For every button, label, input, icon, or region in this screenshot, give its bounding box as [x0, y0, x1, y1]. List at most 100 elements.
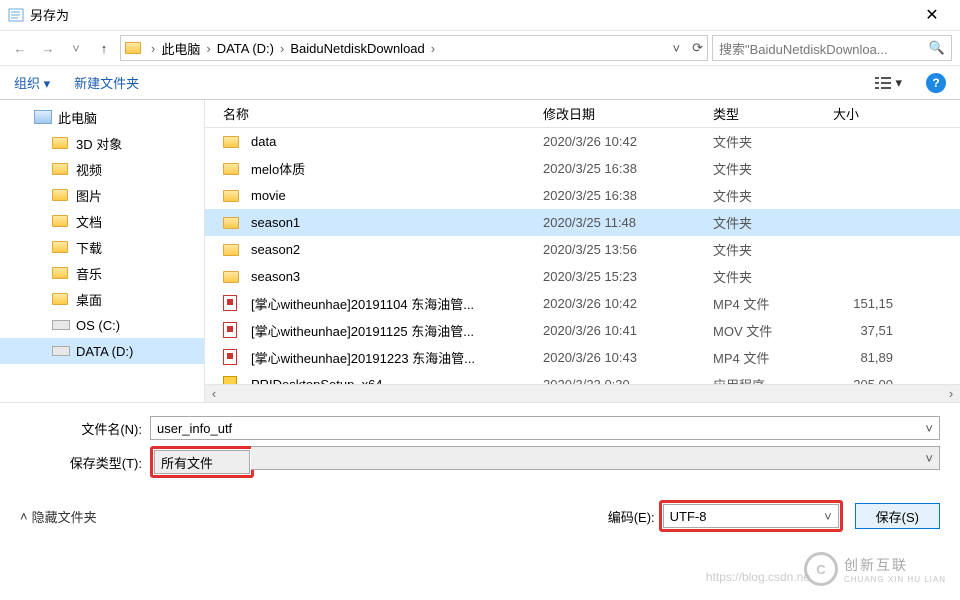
breadcrumb-this-pc[interactable]: 此电脑 [157, 39, 204, 58]
scroll-right-icon[interactable]: › [942, 386, 960, 401]
column-headers[interactable]: 名称 修改日期 类型 大小 [205, 100, 960, 128]
file-date: 2020/3/26 10:41 [543, 323, 713, 338]
file-name: season2 [251, 242, 543, 257]
search-input[interactable]: 搜索"BaiduNetdiskDownloa... 🔍 [712, 35, 952, 61]
tree-item-icon [52, 264, 70, 282]
view-options-button[interactable]: ▾ [875, 75, 902, 91]
tree-item-label: OS (C:) [76, 318, 120, 333]
file-date: 2020/3/26 10:42 [543, 296, 713, 311]
hide-folders-toggle[interactable]: ˄ 隐藏文件夹 [20, 507, 97, 526]
file-name: PRIDesktopSetup_x64 [251, 377, 543, 384]
address-dropdown-icon[interactable]: ˅ [673, 41, 681, 56]
folder-icon [223, 268, 241, 286]
file-row[interactable]: movie2020/3/25 16:38文件夹 [205, 182, 960, 209]
file-type: MOV 文件 [713, 321, 833, 340]
exe-icon [223, 376, 241, 385]
tree-item-label: 图片 [76, 186, 102, 205]
save-button[interactable]: 保存(S) [855, 503, 940, 529]
folder-icon [223, 187, 241, 205]
chevron-down-icon: ▾ [895, 75, 902, 91]
pc-icon [34, 110, 52, 124]
file-name: [掌心witheunhae]20191125 东海油管... [251, 321, 543, 340]
search-placeholder: 搜索"BaiduNetdiskDownloa... [719, 39, 929, 58]
help-button[interactable]: ? [926, 73, 946, 93]
tree-item-icon [52, 342, 70, 360]
file-row[interactable]: season22020/3/25 13:56文件夹 [205, 236, 960, 263]
folder-icon [223, 214, 241, 232]
chevron-down-icon[interactable]: ˅ [925, 421, 933, 436]
mp4-icon [223, 295, 241, 313]
new-folder-button[interactable]: 新建文件夹 [74, 73, 139, 92]
mp4-icon [223, 349, 241, 367]
file-size: 37,51 [833, 323, 893, 338]
encoding-select[interactable]: UTF-8 ˅ [663, 504, 839, 528]
file-row[interactable]: [掌心witheunhae]20191223 东海油管...2020/3/26 … [205, 344, 960, 371]
tree-this-pc[interactable]: 此电脑 [0, 104, 204, 130]
file-type: 文件夹 [713, 186, 833, 205]
chevron-down-icon[interactable]: ˅ [824, 509, 832, 524]
refresh-icon[interactable]: ⟳ [692, 40, 703, 56]
up-button[interactable]: ↑ [92, 36, 116, 60]
main-area: 此电脑 3D 对象视频图片文档下载音乐桌面 OS (C:) DATA (D:) 名称… [0, 100, 960, 402]
folder-icon [223, 160, 241, 178]
file-row[interactable]: PRIDesktopSetup_x642020/3/23 0:30应用程序205… [205, 371, 960, 384]
file-row[interactable]: melo体质2020/3/25 16:38文件夹 [205, 155, 960, 182]
tree-item-icon [52, 160, 70, 178]
tree-item[interactable]: DATA (D:) [0, 338, 204, 364]
col-date[interactable]: 修改日期 [543, 104, 713, 123]
file-row[interactable]: season32020/3/25 15:23文件夹 [205, 263, 960, 290]
tree-item[interactable]: 桌面 [0, 286, 204, 312]
hide-folders-label: 隐藏文件夹 [32, 507, 97, 526]
tree-item[interactable]: 音乐 [0, 260, 204, 286]
file-type: 文件夹 [713, 213, 833, 232]
filename-input[interactable]: user_info_utf ˅ [150, 416, 940, 440]
file-name: data [251, 134, 543, 149]
address-bar[interactable]: › 此电脑 › DATA (D:) › BaiduNetdiskDownload… [120, 35, 708, 61]
recent-dropdown[interactable]: ˅ [64, 36, 88, 60]
filetype-select[interactable]: ˅ [251, 446, 940, 470]
search-icon: 🔍 [929, 40, 945, 56]
tree-item[interactable]: 文档 [0, 208, 204, 234]
file-type: 文件夹 [713, 240, 833, 259]
view-list-icon [875, 76, 891, 90]
chevron-right-icon: › [278, 41, 286, 56]
col-size[interactable]: 大小 [833, 104, 893, 123]
tree-item[interactable]: OS (C:) [0, 312, 204, 338]
brand-logo-icon: C [804, 552, 838, 586]
col-name[interactable]: 名称 [223, 104, 543, 123]
file-row[interactable]: [掌心witheunhae]20191104 东海油管...2020/3/26 … [205, 290, 960, 317]
scroll-left-icon[interactable]: ‹ [205, 386, 223, 401]
file-row[interactable]: data2020/3/26 10:42文件夹 [205, 128, 960, 155]
csdn-watermark: https://blog.csdn.ne [706, 570, 810, 584]
app-icon [8, 7, 24, 23]
breadcrumb-drive[interactable]: DATA (D:) [213, 41, 278, 56]
file-size: 151,15 [833, 296, 893, 311]
close-button[interactable]: ✕ [912, 5, 952, 25]
tree-item-icon [52, 134, 70, 152]
file-date: 2020/3/25 11:48 [543, 215, 713, 230]
breadcrumb-folder[interactable]: BaiduNetdiskDownload [286, 41, 428, 56]
filename-value: user_info_utf [157, 421, 232, 436]
file-list[interactable]: data2020/3/26 10:42文件夹melo体质2020/3/25 16… [205, 128, 960, 384]
file-size: 81,89 [833, 350, 893, 365]
tree-item[interactable]: 图片 [0, 182, 204, 208]
back-button[interactable]: ← [8, 36, 32, 60]
chevron-down-icon[interactable]: ˅ [925, 451, 933, 466]
tree-item[interactable]: 视频 [0, 156, 204, 182]
col-type[interactable]: 类型 [713, 104, 833, 123]
file-type: 文件夹 [713, 132, 833, 151]
organize-button[interactable]: 组织 ▾ [14, 73, 50, 92]
filetype-value: 所有文件 [161, 453, 213, 472]
folder-tree[interactable]: 此电脑 3D 对象视频图片文档下载音乐桌面 OS (C:) DATA (D:) [0, 100, 205, 402]
forward-button: → [36, 36, 60, 60]
tree-item-label: 3D 对象 [76, 134, 122, 153]
file-date: 2020/3/25 13:56 [543, 242, 713, 257]
tree-item[interactable]: 下载 [0, 234, 204, 260]
horizontal-scrollbar[interactable]: ‹ › [205, 384, 960, 402]
scroll-track[interactable] [223, 386, 942, 402]
file-row[interactable]: season12020/3/25 11:48文件夹 [205, 209, 960, 236]
tree-item-icon [52, 316, 70, 334]
tree-item-label: 文档 [76, 212, 102, 231]
tree-item[interactable]: 3D 对象 [0, 130, 204, 156]
file-row[interactable]: [掌心witheunhae]20191125 东海油管...2020/3/26 … [205, 317, 960, 344]
